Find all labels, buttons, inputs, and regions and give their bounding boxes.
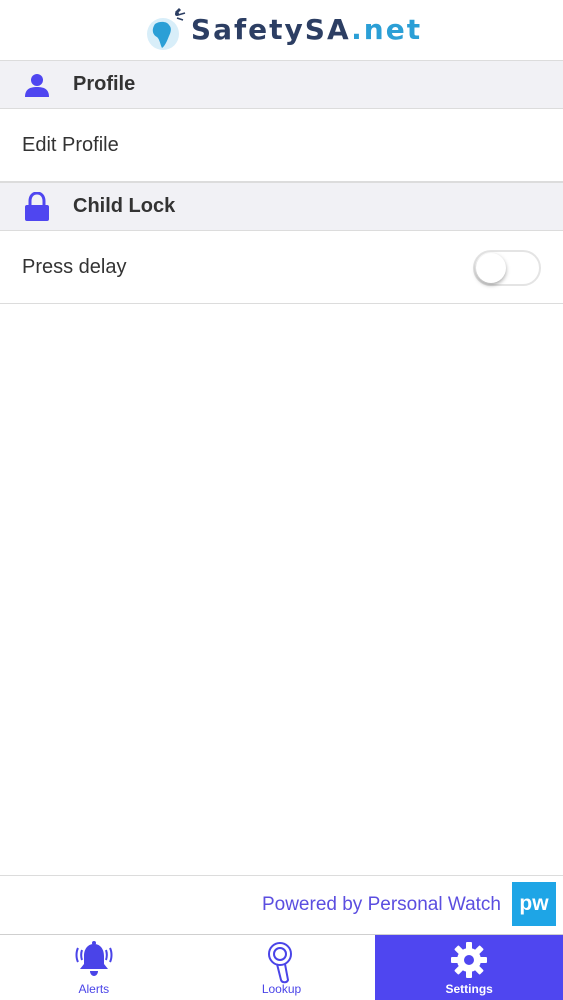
row-label: Edit Profile [22, 134, 119, 156]
powered-by-bar: Powered by Personal Watch pw [0, 875, 563, 934]
brand-tld: .net [351, 13, 423, 46]
powered-by-text[interactable]: Powered by Personal Watch [262, 894, 501, 916]
row-label: Press delay [22, 256, 127, 278]
search-key-icon [265, 940, 299, 989]
edit-profile-row[interactable]: Edit Profile [0, 110, 563, 182]
app-header: SafetySA.net [0, 0, 563, 60]
gear-icon [449, 940, 489, 985]
pw-badge-logo: pw [512, 882, 556, 926]
section-title: Profile [73, 73, 136, 95]
toggle-knob [476, 252, 506, 283]
section-child-lock: Child Lock [0, 182, 563, 231]
bottom-tab-bar: Alerts Lookup Settings [0, 934, 563, 1000]
lock-icon [22, 191, 52, 222]
safetysa-logo: SafetySA.net [141, 0, 422, 60]
tab-settings[interactable]: Settings [375, 935, 563, 1000]
section-title: Child Lock [73, 195, 176, 217]
section-profile: Profile [0, 60, 563, 109]
press-delay-toggle[interactable] [473, 249, 541, 286]
tab-lookup[interactable]: Lookup [188, 935, 376, 1000]
brand-name: SafetySA [190, 13, 352, 46]
press-delay-row: Press delay [0, 232, 563, 304]
bell-icon [73, 940, 115, 985]
tab-alerts[interactable]: Alerts [0, 935, 188, 1000]
person-icon [22, 70, 52, 100]
globe-icon [146, 8, 186, 50]
